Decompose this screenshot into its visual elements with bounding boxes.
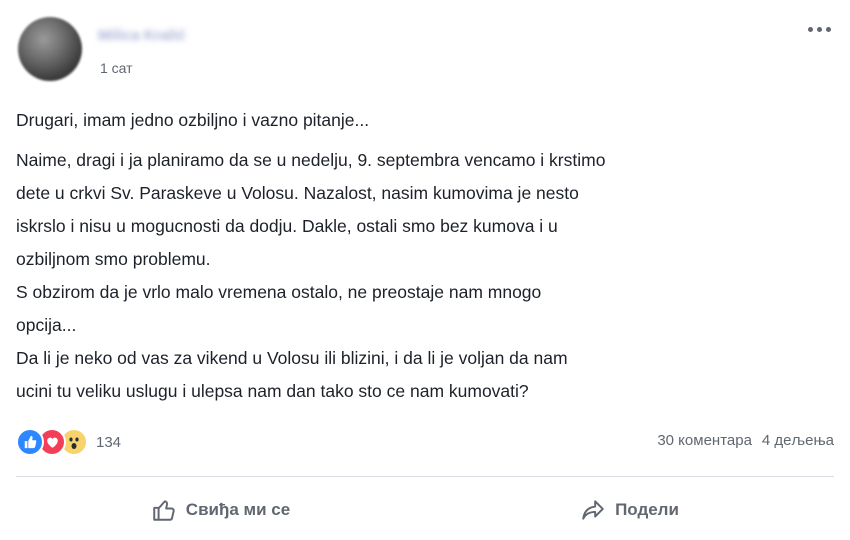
post-timestamp[interactable]: 1 сат [100,60,133,76]
post-intro: Drugari, imam jedno ozbiljno i vazno pit… [16,110,370,130]
shares-count-link[interactable]: 4 дељења [762,432,834,449]
thumbs-up-icon [153,500,175,521]
divider [16,476,834,477]
reactions-summary[interactable]: 134 [16,428,121,456]
like-button[interactable]: Свиђа ми се [16,484,425,536]
dot [826,26,831,32]
share-button[interactable]: Подели [425,484,834,536]
reactions-count: 134 [96,433,122,451]
post-body: Drugari, imam jedno ozbiljno i vazno pit… [16,104,836,408]
post-paragraph: Naime, dragi i ja planiramo da se u nede… [16,150,606,269]
share-arrow-icon [582,500,604,520]
comments-count-link[interactable]: 30 коментара [657,432,752,449]
like-icon [16,428,44,456]
dot [817,26,822,32]
author-name[interactable]: Milica Kralić [98,26,244,46]
more-options-icon[interactable] [808,20,838,38]
author-avatar[interactable] [18,17,82,81]
post-paragraph: S obzirom da je vrlo malo vremena ostalo… [16,282,542,335]
share-button-label: Подели [615,500,679,519]
like-button-label: Свиђа ми се [185,500,291,519]
engagement-counts: 30 коментара 4 дељења [657,432,834,449]
post-actions: Свиђа ми се Подели [16,484,834,536]
dot [808,26,813,32]
post-paragraph: Da li je neko od vas za vikend u Volosu … [16,348,568,401]
